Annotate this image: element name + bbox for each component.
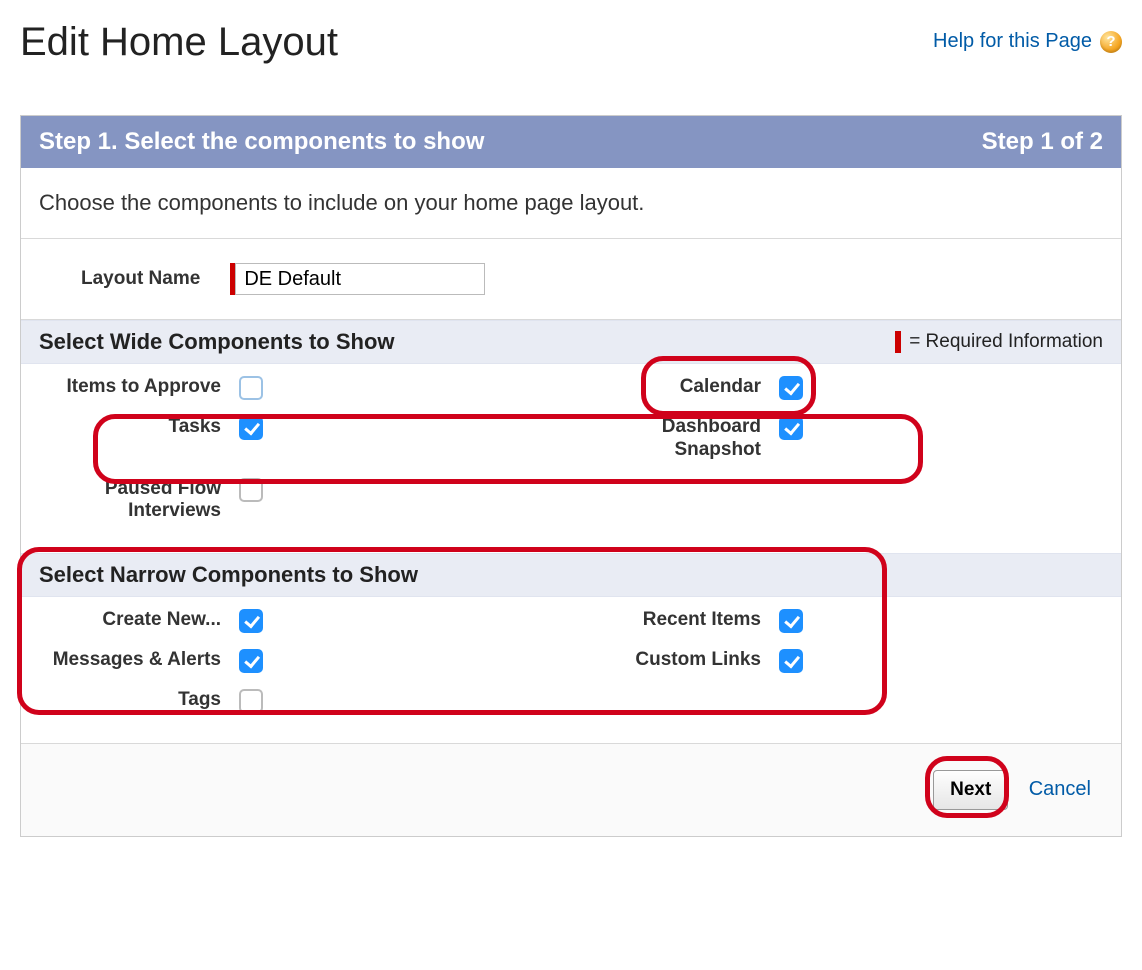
checkbox-messages-alerts[interactable]	[239, 649, 263, 673]
step-header: Step 1. Select the components to show St…	[21, 116, 1121, 168]
help-icon: ?	[1100, 31, 1122, 53]
wizard-footer: Next Cancel	[21, 743, 1121, 836]
label-tasks: Tasks	[51, 414, 221, 439]
step-counter: Step 1 of 2	[982, 128, 1103, 156]
wide-components-grid: Items to Approve Calendar Tasks Dashboar…	[21, 364, 1121, 553]
layout-name-input[interactable]	[235, 263, 485, 295]
label-items-to-approve: Items to Approve	[51, 374, 221, 399]
help-link-label: Help for this Page	[933, 30, 1092, 53]
label-create-new: Create New...	[51, 607, 221, 632]
section-wide-title: Select Wide Components to Show	[39, 329, 395, 355]
label-recent-items: Recent Items	[591, 607, 761, 632]
checkbox-recent-items[interactable]	[779, 609, 803, 633]
label-custom-links: Custom Links	[591, 647, 761, 672]
layout-name-row: Layout Name	[21, 239, 1121, 320]
label-calendar: Calendar	[591, 374, 761, 399]
checkbox-items-to-approve[interactable]	[239, 376, 263, 400]
checkbox-custom-links[interactable]	[779, 649, 803, 673]
checkbox-tasks[interactable]	[239, 416, 263, 440]
checkbox-tags[interactable]	[239, 689, 263, 713]
checkbox-paused-flow[interactable]	[239, 478, 263, 502]
required-info-legend: = Required Information	[895, 331, 1103, 353]
page-title: Edit Home Layout	[20, 20, 338, 65]
step-title: Step 1. Select the components to show	[39, 128, 484, 156]
wizard-panel: Step 1. Select the components to show St…	[20, 115, 1122, 837]
label-tags: Tags	[51, 687, 221, 712]
section-narrow-title: Select Narrow Components to Show	[39, 562, 418, 588]
section-header-narrow: Select Narrow Components to Show	[21, 553, 1121, 597]
label-dashboard-snapshot: Dashboard Snapshot	[591, 414, 761, 462]
required-swatch-icon	[895, 331, 901, 353]
label-messages-alerts: Messages & Alerts	[51, 647, 221, 672]
label-paused-flow: Paused Flow Interviews	[51, 476, 221, 524]
narrow-components-grid: Create New... Recent Items Messages & Al…	[21, 597, 1121, 743]
checkbox-calendar[interactable]	[779, 376, 803, 400]
layout-name-label: Layout Name	[81, 268, 200, 290]
instructions: Choose the components to include on your…	[21, 168, 1121, 239]
help-link[interactable]: Help for this Page ?	[933, 30, 1122, 53]
cancel-link[interactable]: Cancel	[1029, 778, 1091, 800]
checkbox-dashboard-snapshot[interactable]	[779, 416, 803, 440]
section-header-wide: Select Wide Components to Show = Require…	[21, 320, 1121, 364]
next-button[interactable]: Next	[933, 770, 1008, 810]
checkbox-create-new[interactable]	[239, 609, 263, 633]
